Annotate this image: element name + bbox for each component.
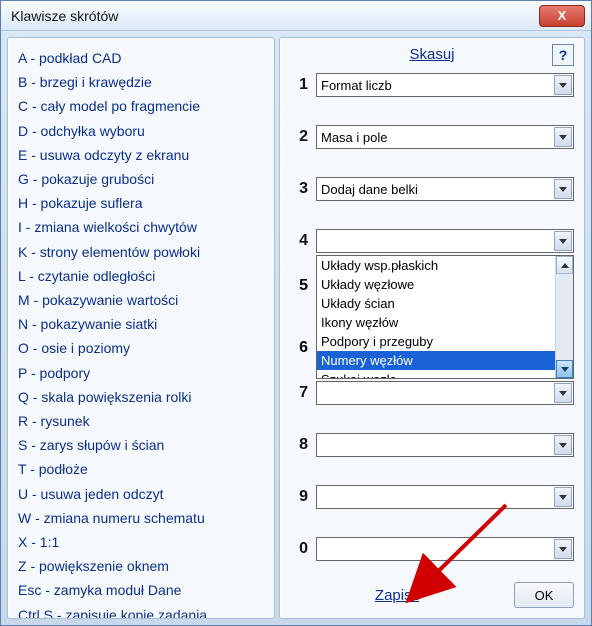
slot-number: 5	[299, 277, 308, 295]
slot-combo-0[interactable]	[316, 537, 574, 561]
options-listbox[interactable]: Układy wsp.płaskich Układy węzłowe Układ…	[316, 255, 574, 379]
shortcut-item: S - zarys słupów i ścian	[18, 433, 264, 457]
footer: Zapisz OK	[290, 572, 574, 608]
slot-number: 2	[290, 128, 308, 146]
close-button[interactable]: X	[539, 5, 585, 27]
slot-row-3: 3 Dodaj dane belki	[290, 177, 574, 201]
shortcut-item: H - pokazuje suflera	[18, 191, 264, 215]
slot-row-8: 8	[290, 433, 574, 457]
chevron-down-icon	[554, 487, 572, 507]
list-item[interactable]: Podpory i przeguby	[317, 332, 573, 351]
chevron-down-icon	[554, 539, 572, 559]
shortcut-item: D - odchyłka wyboru	[18, 119, 264, 143]
shortcut-item: R - rysunek	[18, 409, 264, 433]
slot-row-0: 0	[290, 537, 574, 561]
chevron-down-icon	[554, 383, 572, 403]
slot-number: 8	[290, 436, 308, 454]
window-title: Klawisze skrótów	[11, 8, 539, 24]
shortcut-item: Q - skala powiększenia rolki	[18, 385, 264, 409]
slot-combo-7[interactable]	[316, 381, 574, 405]
combo-value: Format liczb	[321, 78, 392, 93]
shortcut-item: U - usuwa jeden odczyt	[18, 482, 264, 506]
shortcut-item: W - zmiana numeru schematu	[18, 506, 264, 530]
shortcuts-panel: A - podkład CAD B - brzegi i krawędzie C…	[7, 37, 275, 619]
chevron-down-icon	[554, 179, 572, 199]
slot-number: 6	[299, 339, 308, 357]
slot-row-9: 9	[290, 485, 574, 509]
slot-combo-8[interactable]	[316, 433, 574, 457]
slot-number: 3	[290, 180, 308, 198]
slot-row-1: 1 Format liczb	[290, 73, 574, 97]
chevron-down-icon	[554, 435, 572, 455]
slot-number: 9	[290, 488, 308, 506]
combo-value: Masa i pole	[321, 130, 387, 145]
chevron-down-icon	[554, 231, 572, 251]
shortcut-item: Ctrl S - zapisuje kopię zadania	[18, 603, 264, 619]
slot-row-7: 7	[290, 381, 574, 405]
list-item[interactable]: Szukaj węzła	[317, 370, 573, 379]
assign-panel: Skasuj ? 1 Format liczb 2 Mas	[279, 37, 585, 619]
shortcut-item: C - cały model po fragmencie	[18, 94, 264, 118]
shortcut-item: Esc - zamyka moduł Dane	[18, 578, 264, 602]
close-icon: X	[558, 8, 567, 23]
shortcut-item: A - podkład CAD	[18, 46, 264, 70]
dialog-window: Klawisze skrótów X A - podkład CAD B - b…	[0, 0, 592, 626]
shortcut-item: T - podłoże	[18, 457, 264, 481]
shortcut-item: Z - powiększenie oknem	[18, 554, 264, 578]
slot-combo-1[interactable]: Format liczb	[316, 73, 574, 97]
shortcut-item: M - pokazywanie wartości	[18, 288, 264, 312]
list-item-selected[interactable]: Numery węzłów	[317, 351, 573, 370]
shortcut-item: K - strony elementów powłoki	[18, 240, 264, 264]
clear-link[interactable]: Skasuj	[409, 46, 454, 63]
help-button[interactable]: ?	[552, 44, 574, 66]
list-item[interactable]: Układy wsp.płaskich	[317, 256, 573, 275]
scroll-up-icon[interactable]	[556, 256, 573, 274]
ok-button[interactable]: OK	[514, 582, 574, 608]
list-side-numbers: 5 6	[290, 255, 308, 379]
shortcut-item: E - usuwa odczyty z ekranu	[18, 143, 264, 167]
top-row: Skasuj ?	[290, 46, 574, 63]
shortcut-item: O - osie i poziomy	[18, 336, 264, 360]
scroll-down-icon[interactable]	[556, 360, 573, 378]
shortcut-item: B - brzegi i krawędzie	[18, 70, 264, 94]
titlebar: Klawisze skrótów X	[1, 1, 591, 31]
slot-number: 7	[290, 384, 308, 402]
list-item[interactable]: Ikony węzłów	[317, 313, 573, 332]
listbox-area: 5 6 Układy wsp.płaskich Układy węzłowe U…	[290, 255, 574, 379]
shortcut-item: X - 1:1	[18, 530, 264, 554]
save-link[interactable]: Zapisz	[375, 587, 419, 604]
scroll-track[interactable]	[556, 274, 573, 360]
shortcut-item: L - czytanie odległości	[18, 264, 264, 288]
slot-number: 4	[290, 232, 308, 250]
shortcut-item: I - zmiana wielkości chwytów	[18, 215, 264, 239]
shortcut-item: N - pokazywanie siatki	[18, 312, 264, 336]
shortcut-item: G - pokazuje grubości	[18, 167, 264, 191]
slot-number: 1	[290, 76, 308, 94]
slot-row-2: 2 Masa i pole	[290, 125, 574, 149]
help-icon: ?	[559, 47, 568, 63]
list-item[interactable]: Układy ścian	[317, 294, 573, 313]
slot-combo-4[interactable]	[316, 229, 574, 253]
slot-combo-9[interactable]	[316, 485, 574, 509]
ok-label: OK	[535, 588, 554, 603]
slot-combo-2[interactable]: Masa i pole	[316, 125, 574, 149]
combo-value: Dodaj dane belki	[321, 182, 418, 197]
slot-combo-3[interactable]: Dodaj dane belki	[316, 177, 574, 201]
chevron-down-icon	[554, 75, 572, 95]
chevron-down-icon	[554, 127, 572, 147]
shortcut-item: P - podpory	[18, 361, 264, 385]
slot-row-4: 4	[290, 229, 574, 253]
scrollbar[interactable]	[555, 256, 573, 378]
slot-number: 0	[290, 540, 308, 558]
slot-rows: 1 Format liczb 2 Masa i pole 3	[290, 73, 574, 561]
content-area: A - podkład CAD B - brzegi i krawędzie C…	[1, 31, 591, 625]
list-item[interactable]: Układy węzłowe	[317, 275, 573, 294]
